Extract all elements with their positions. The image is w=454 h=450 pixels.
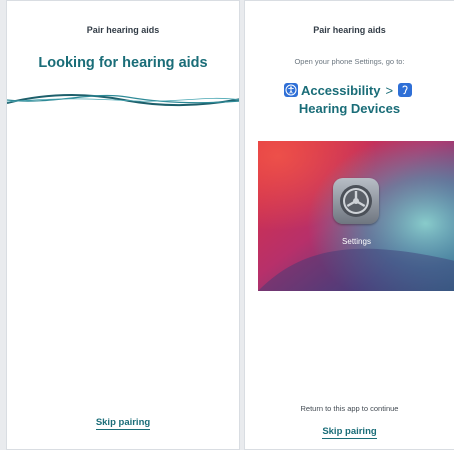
accessibility-icon [283, 83, 298, 97]
hearing-device-icon [398, 83, 413, 97]
instruction-text: Open your phone Settings, go to: [294, 57, 405, 66]
settings-path-line: Accessibility > [245, 83, 454, 98]
settings-app-label: Settings [342, 237, 371, 246]
skip-pairing-link[interactable]: Skip pairing [7, 417, 239, 430]
settings-gear-icon [333, 178, 379, 224]
searching-heading: Looking for hearing aids [38, 55, 208, 71]
page-title: Pair hearing aids [86, 25, 160, 35]
path-separator: > [385, 83, 394, 98]
path-accessibility: Accessibility [300, 83, 381, 98]
skip-pairing-label: Skip pairing [95, 417, 151, 430]
path-hearing-devices: Hearing Devices [298, 101, 401, 116]
left-screen: Pair hearing aids Looking for hearing ai… [6, 0, 240, 450]
return-instruction: Return to this app to continue [300, 404, 399, 413]
skip-pairing-label: Skip pairing [322, 426, 377, 439]
ios-settings-preview: Settings [258, 141, 454, 291]
right-screen: Pair hearing aids Open your phone Settin… [244, 0, 454, 450]
page-title: Pair hearing aids [313, 25, 386, 35]
wave-graphic-icon [7, 94, 239, 107]
skip-pairing-link[interactable]: Skip pairing [245, 426, 454, 439]
